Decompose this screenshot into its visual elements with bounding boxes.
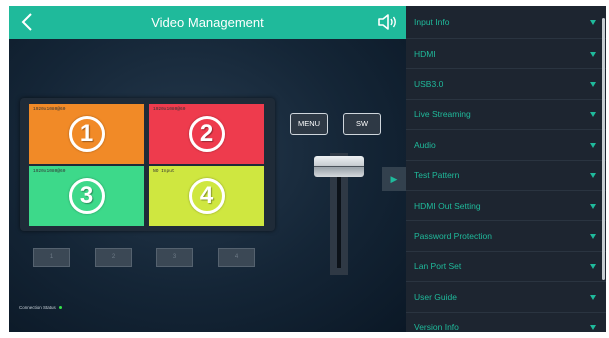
menu-item-label: USB3.0 [414,79,444,90]
resolution-label: 1920x1080@60 [33,169,66,174]
caret-down-icon [590,203,596,209]
t-bar-handle[interactable] [314,156,364,177]
connection-status-label: Connection Status [19,305,56,310]
page-title: Video Management [151,15,264,30]
input-1-window[interactable]: 1920x1080@60 1 [29,104,144,164]
menu-item-live-streaming[interactable]: Live Streaming [406,100,606,131]
audio-button[interactable] [376,12,398,32]
input-number-badge: 4 [188,178,225,214]
menu-item-hdmi-out-setting[interactable]: HDMI Out Setting [406,191,606,222]
menu-item-version-info[interactable]: Version Info [406,313,606,332]
caret-down-icon [590,325,596,331]
menu-item-label: Password Protection [414,231,492,242]
play-arrow-icon: ▶ [390,174,398,184]
menu-item-label: Test Pattern [414,170,460,181]
menu-item-label: HDMI [414,48,436,59]
status-indicator-icon [58,306,62,310]
source-button-2[interactable]: 2 [95,248,132,267]
multiview-preview: 1920x1080@60 1 1920x1080@60 2 1920x1080@… [20,98,275,231]
input-3-window[interactable]: 1920x1080@60 3 [29,166,144,226]
menu-item-label: Live Streaming [414,109,471,120]
input-2-window[interactable]: 1920x1080@60 2 [149,104,264,164]
menu-item-label: Input Info [414,17,450,27]
menu-item-label: HDMI Out Setting [414,200,481,211]
caret-down-icon [590,20,596,25]
source-button-3[interactable]: 3 [156,248,193,267]
menu-item-label: Lan Port Set [414,261,462,272]
source-button-1[interactable]: 1 [33,248,70,267]
caret-down-icon [590,294,596,300]
settings-menu: Input Info HDMI USB3.0 Live Streaming Au… [406,6,606,332]
menu-item-input-info[interactable]: Input Info [406,6,606,39]
input-number-badge: 2 [188,116,225,152]
speaker-icon [378,14,396,30]
resolution-label: 1920x1080@60 [153,107,186,112]
menu-item-user-guide[interactable]: User Guide [406,282,606,313]
panel-toggle-button[interactable]: ▶ [382,167,406,191]
menu-scrollbar[interactable] [602,18,605,280]
resolution-label: 1920x1080@60 [33,107,66,112]
caret-down-icon [590,82,596,88]
caret-down-icon [590,142,596,148]
caret-down-icon [590,264,596,270]
menu-button[interactable]: MENU [290,113,328,135]
menu-item-label: Audio [414,139,436,150]
menu-item-usb3[interactable]: USB3.0 [406,69,606,100]
sw-button[interactable]: SW [343,113,381,135]
app-window: Video Management 1920x1080@60 1 1920x108… [9,6,606,332]
main-area: Video Management 1920x1080@60 1 1920x108… [9,6,406,332]
input-number-badge: 1 [68,116,105,152]
menu-item-label: Version Info [414,322,459,332]
caret-down-icon [590,173,596,179]
menu-item-password-protection[interactable]: Password Protection [406,221,606,252]
input-number-badge: 3 [68,178,105,214]
menu-item-hdmi[interactable]: HDMI [406,39,606,70]
menu-item-lan-port-set[interactable]: Lan Port Set [406,252,606,283]
resolution-label: NO Input [153,169,175,174]
menu-item-label: User Guide [414,291,457,302]
top-bar: Video Management [9,6,406,39]
caret-down-icon [590,51,596,57]
input-4-window[interactable]: NO Input 4 [149,166,264,226]
caret-down-icon [590,112,596,118]
source-button-4[interactable]: 4 [218,248,255,267]
menu-item-audio[interactable]: Audio [406,130,606,161]
menu-item-test-pattern[interactable]: Test Pattern [406,161,606,191]
t-bar-grip [314,166,364,167]
caret-down-icon [590,234,596,240]
connection-status: Connection Status [19,305,62,310]
